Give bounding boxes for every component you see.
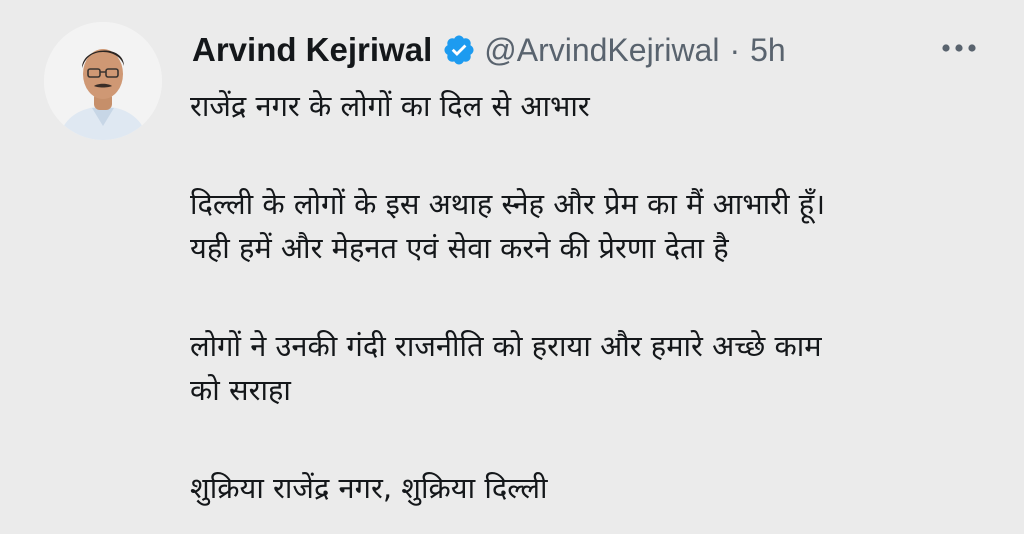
tweet-card[interactable]: Arvind Kejriwal @ArvindKejriwal · 5h राज… [0, 0, 1024, 534]
tweet-line: लोगों ने उनकी गंदी राजनीति को हराया और ह… [190, 329, 822, 363]
tweet-header: Arvind Kejriwal @ArvindKejriwal · 5h [192, 26, 786, 74]
tweet-line: राजेंद्र नगर के लोगों का दिल से आभार [190, 89, 590, 123]
tweet-line: को सराहा [190, 373, 291, 407]
author-handle[interactable]: @ArvindKejriwal [484, 32, 719, 69]
author-name[interactable]: Arvind Kejriwal [192, 31, 432, 69]
tweet-line: दिल्ली के लोगों के इस अथाह स्नेह और प्रे… [190, 187, 826, 221]
avatar[interactable] [44, 22, 162, 140]
tweet-line: यही हमें और मेहनत एवं सेवा करने की प्रेर… [190, 231, 729, 265]
verified-badge-icon [442, 33, 476, 67]
tweet-text: राजेंद्र नगर के लोगों का दिल से आभार दिल… [190, 84, 990, 510]
tweet-timestamp[interactable]: 5h [750, 32, 786, 69]
more-options-icon[interactable] [940, 38, 978, 58]
separator-dot: · [729, 31, 741, 68]
tweet-line: शुक्रिया राजेंद्र नगर, शुक्रिया दिल्ली [190, 471, 548, 505]
avatar-portrait-icon [44, 22, 162, 140]
